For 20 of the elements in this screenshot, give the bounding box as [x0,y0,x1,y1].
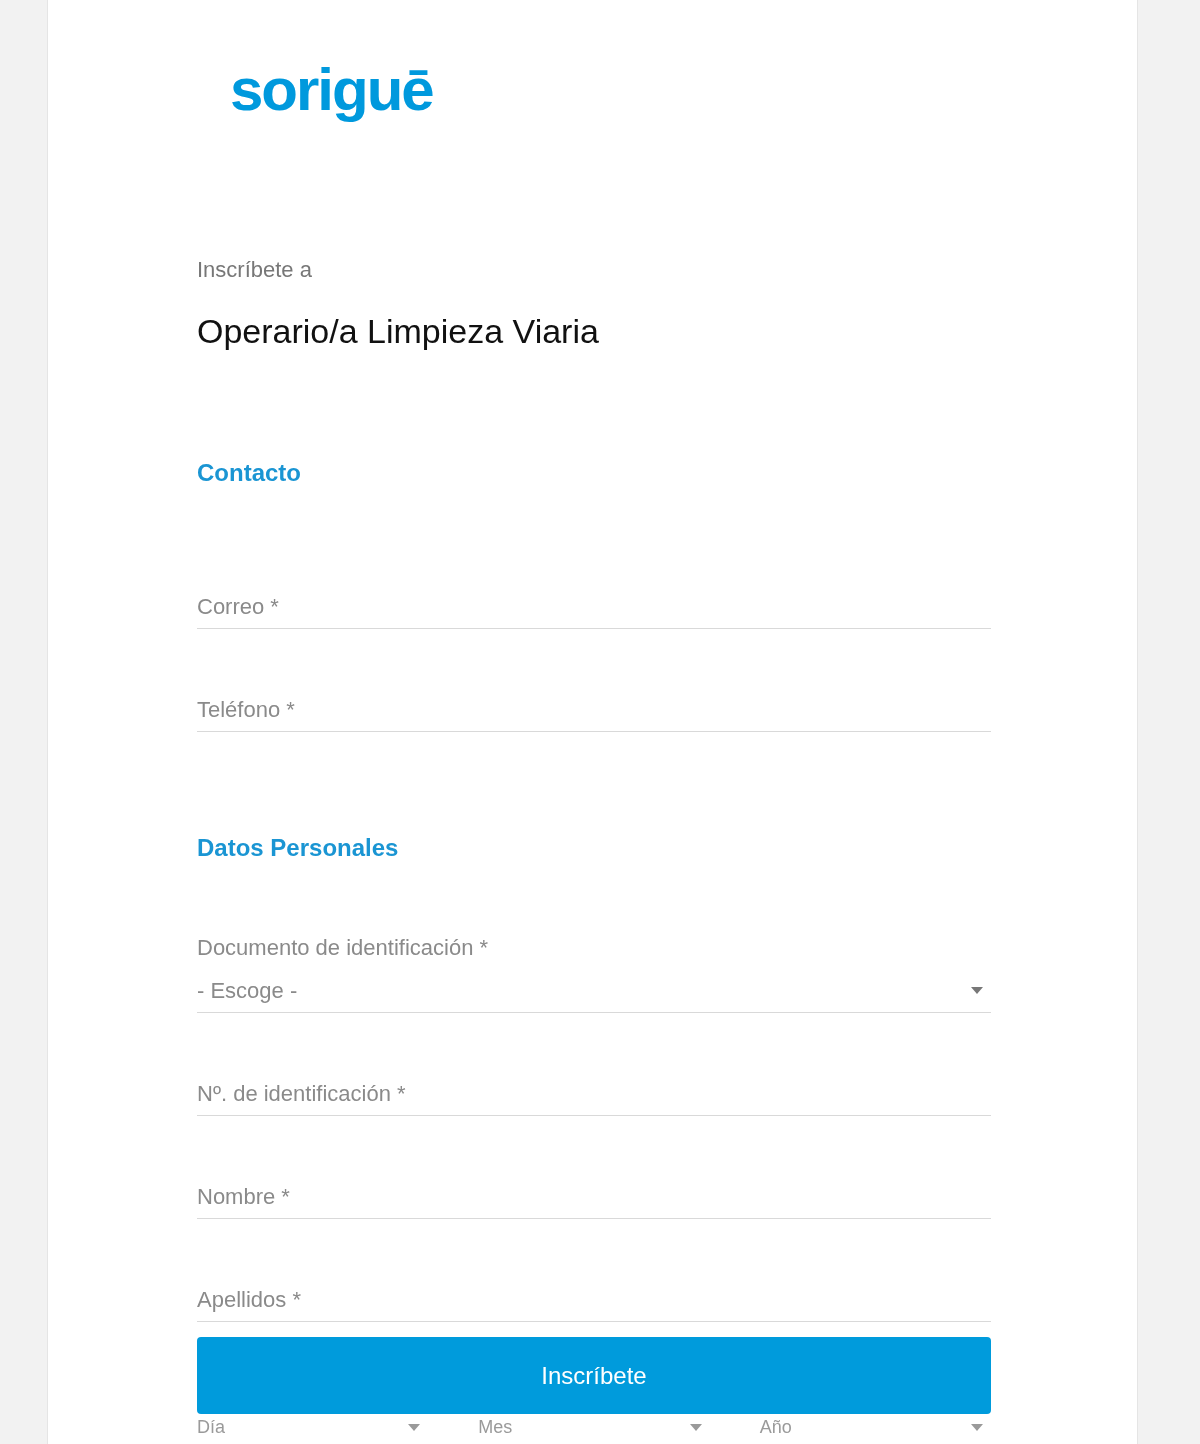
select-field[interactable]: - Escoge - [197,969,991,1013]
text-field[interactable]: Correo * [197,585,991,629]
job-title: Operario/a Limpieza Viaria [197,311,599,351]
caret-icon [689,1423,702,1431]
caret-icon [971,987,983,994]
date-select[interactable]: Día [197,1416,429,1438]
date-select[interactable]: Año [759,1416,991,1438]
submit-button[interactable]: Inscríbete [197,1337,991,1414]
text-field[interactable]: Nº. de identificación * [197,1072,991,1116]
caret-icon [971,1423,983,1431]
section-heading: Datos Personales [197,833,399,863]
section-heading: Contacto [197,458,301,488]
date-select[interactable]: Mes [478,1416,710,1438]
intro-text: Inscríbete a [197,256,312,284]
text-field[interactable]: Teléfono * [197,688,991,732]
text-field[interactable]: Nombre * [197,1175,991,1219]
logo: soriguē [230,55,433,125]
text-field[interactable]: Apellidos * [197,1278,991,1322]
caret-icon [408,1423,421,1431]
field-label: Documento de identificación * [197,934,489,962]
